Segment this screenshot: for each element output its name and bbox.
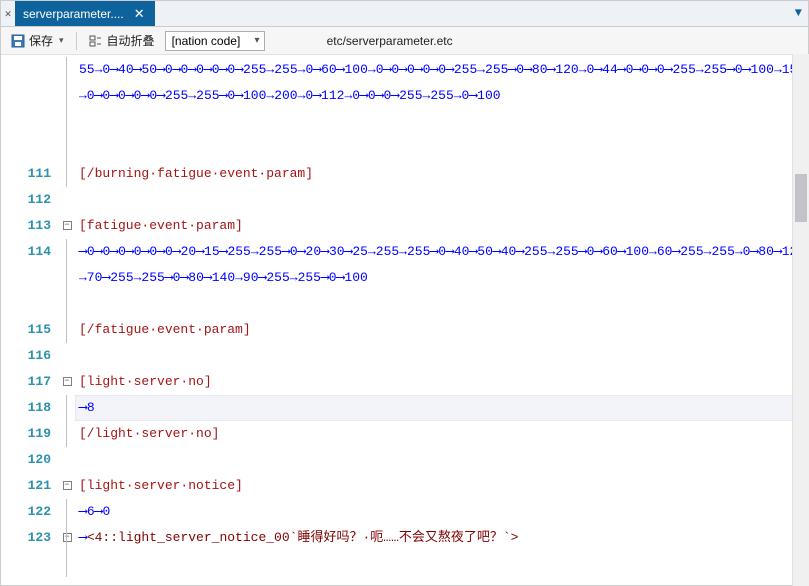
autofold-button[interactable]: 自动折叠 <box>83 30 161 51</box>
editor[interactable]: 111 112 113 114 115 116 117 118 119 120 … <box>1 55 808 585</box>
line-number <box>1 57 59 161</box>
vertical-scrollbar[interactable] <box>792 54 809 586</box>
save-icon <box>11 34 25 48</box>
code-line[interactable]: [/fatigue·event·param] <box>75 317 808 343</box>
combo-value: [nation code] <box>172 34 241 48</box>
code-line[interactable]: 55→0⟶40⟶50⟶0⟶0⟶0⟶0⟶0⟶255→255→0⟶60⟶100→0⟶… <box>75 57 808 161</box>
code-line[interactable] <box>75 343 808 369</box>
fold-gutter: − − − − <box>59 55 75 585</box>
close-panel-icon[interactable]: ✕ <box>1 1 15 26</box>
code-line[interactable]: [light·server·no] <box>75 369 808 395</box>
tab-close-icon[interactable]: ✕ <box>132 6 147 22</box>
line-number: 116 <box>1 343 59 369</box>
tab-bar: ✕ serverparameter.... ✕ ▼ <box>1 1 808 27</box>
tab-title: serverparameter.... <box>23 7 124 21</box>
line-number: 120 <box>1 447 59 473</box>
scroll-thumb[interactable] <box>795 174 807 222</box>
code-line[interactable]: ⟶0⟶0⟶0⟶0⟶0⟶0⟶20⟶15⟶255→255⟶0⟶20⟶30⟶25→25… <box>75 239 808 317</box>
file-path: etc/serverparameter.etc <box>327 34 453 48</box>
line-number: 119 <box>1 421 59 447</box>
line-number-gutter: 111 112 113 114 115 116 117 118 119 120 … <box>1 55 59 585</box>
line-number: 113 <box>1 213 59 239</box>
fold-icon <box>89 34 103 48</box>
save-button[interactable]: 保存 ▾ <box>5 30 70 51</box>
line-number: 122 <box>1 499 59 525</box>
line-number: 121 <box>1 473 59 499</box>
code-line[interactable] <box>75 187 808 213</box>
line-number: 111 <box>1 161 59 187</box>
fold-toggle[interactable]: − <box>63 481 72 490</box>
code-line[interactable]: [/burning·fatigue·event·param] <box>75 161 808 187</box>
code-line[interactable]: [light·server·notice] <box>75 473 808 499</box>
fold-toggle[interactable]: − <box>63 533 72 542</box>
code-line[interactable]: [/light·server·no] <box>75 421 808 447</box>
fold-toggle[interactable]: − <box>63 221 72 230</box>
line-number: 117 <box>1 369 59 395</box>
file-tab[interactable]: serverparameter.... ✕ <box>15 1 155 26</box>
dropdown-icon[interactable]: ▼ <box>795 6 802 20</box>
autofold-label: 自动折叠 <box>107 32 155 49</box>
save-label: 保存 <box>29 32 53 49</box>
line-number: 115 <box>1 317 59 343</box>
code-line[interactable] <box>75 447 808 473</box>
code-line[interactable]: [fatigue·event·param] <box>75 213 808 239</box>
code-area[interactable]: 55→0⟶40⟶50⟶0⟶0⟶0⟶0⟶0⟶255→255→0⟶60⟶100→0⟶… <box>75 55 808 585</box>
section-combo[interactable]: [nation code] <box>165 31 265 51</box>
toolbar: 保存 ▾ 自动折叠 [nation code] etc/serverparame… <box>1 27 808 55</box>
code-line[interactable]: ⟶<4::light_server_notice_00`睡得好吗？·呃……不会又… <box>75 525 808 577</box>
line-number: 112 <box>1 187 59 213</box>
line-number: 118 <box>1 395 59 421</box>
code-line-current[interactable]: ⟶8 <box>75 395 808 421</box>
line-number: 123 <box>1 525 59 577</box>
divider <box>76 32 77 50</box>
line-number: 114 <box>1 239 59 317</box>
save-dropdown-icon[interactable]: ▾ <box>59 35 64 46</box>
fold-toggle[interactable]: − <box>63 377 72 386</box>
code-line[interactable]: ⟶6⟶0 <box>75 499 808 525</box>
